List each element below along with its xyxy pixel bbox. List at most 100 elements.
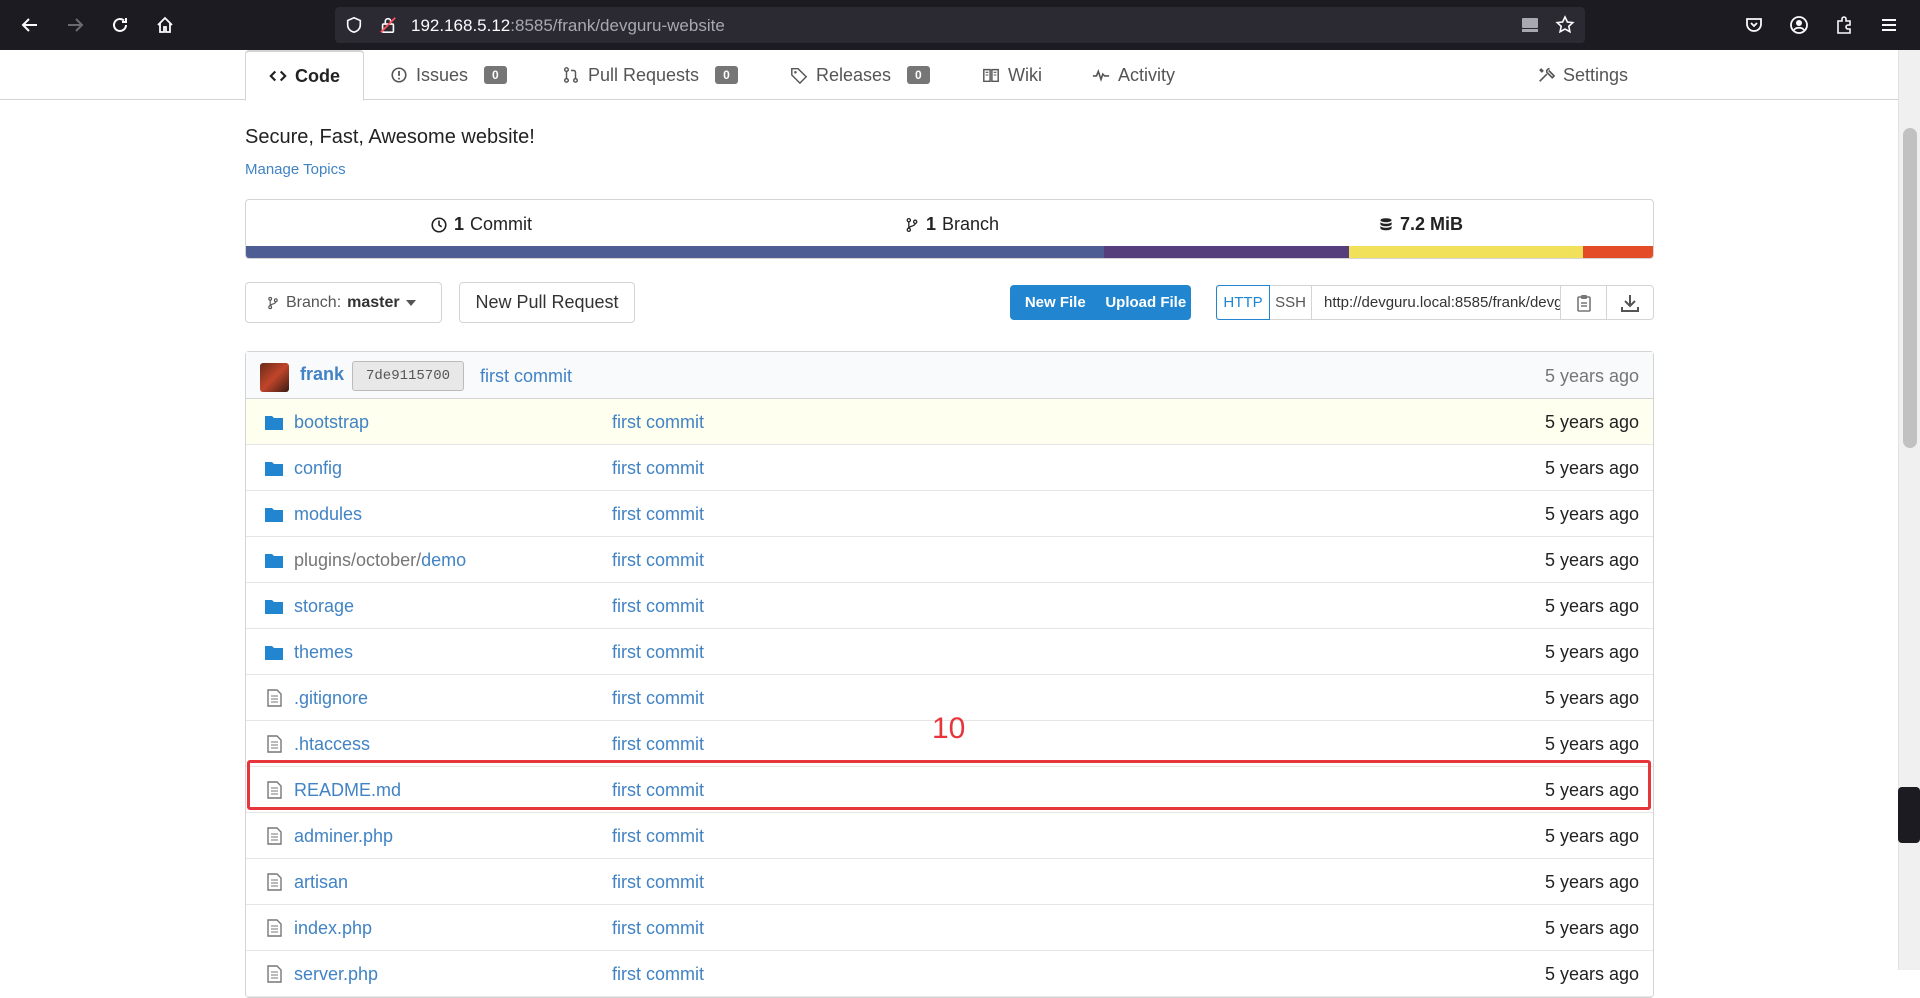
size-stat: 7.2 MiB — [1378, 214, 1463, 235]
tab-issues[interactable]: Issues 0 — [390, 50, 507, 100]
file-commit-message[interactable]: first commit — [612, 872, 704, 893]
file-commit-message[interactable]: first commit — [612, 642, 704, 663]
file-commit-message[interactable]: first commit — [612, 412, 704, 433]
hamburger-icon — [1882, 19, 1896, 31]
history-icon — [431, 216, 447, 233]
table-row: config first commit 5 years ago — [246, 445, 1653, 491]
file-name: bootstrap — [294, 412, 370, 432]
upload-file-button[interactable]: Upload File — [1101, 285, 1192, 320]
language-segment[interactable] — [1104, 246, 1350, 258]
file-commit-message[interactable]: first commit — [612, 780, 704, 801]
address-bar[interactable]: 192.168.5.12:8585/frank/devguru-website — [335, 7, 1585, 43]
file-commit-message[interactable]: first commit — [612, 596, 704, 617]
ssh-button[interactable]: SSH — [1270, 286, 1312, 319]
file-name-link[interactable]: plugins/october/demo — [294, 550, 466, 571]
file-actions: New File Upload File — [1010, 285, 1191, 320]
commit-message-link[interactable]: first commit — [480, 366, 572, 387]
caret-down-icon — [405, 299, 416, 306]
home-button[interactable] — [151, 11, 179, 39]
file-name: themes — [294, 642, 354, 662]
extensions-button[interactable] — [1830, 11, 1858, 39]
download-button[interactable] — [1607, 286, 1653, 319]
forward-button[interactable] — [61, 11, 89, 39]
back-button[interactable] — [16, 11, 44, 39]
file-name: modules — [294, 504, 363, 524]
pocket-button[interactable] — [1740, 11, 1768, 39]
reload-button[interactable] — [106, 11, 134, 39]
manage-topics-link[interactable]: Manage Topics — [245, 161, 346, 178]
branch-prefix: Branch: — [286, 293, 342, 311]
commits-stat[interactable]: 1 Commit — [430, 214, 532, 235]
file-commit-message[interactable]: first commit — [612, 734, 704, 755]
pull-requests-count-badge: 0 — [715, 66, 738, 84]
file-commit-time: 5 years ago — [1544, 688, 1639, 708]
code-icon — [269, 70, 287, 82]
clone-url-input[interactable]: http://devguru.local:8585/frank/devguru-… — [1312, 286, 1561, 319]
file-name-link[interactable]: index.php — [294, 918, 372, 939]
tab-settings[interactable]: Settings — [1537, 50, 1628, 100]
file-commit-message[interactable]: first commit — [612, 964, 704, 985]
tab-label: Releases — [816, 64, 892, 85]
shield-icon[interactable] — [345, 16, 363, 34]
file-name-link[interactable]: artisan — [294, 872, 348, 893]
copy-url-button[interactable] — [1561, 286, 1607, 319]
side-widget[interactable] — [1898, 787, 1920, 843]
menu-button[interactable] — [1875, 11, 1903, 39]
table-row: artisan first commit 5 years ago — [246, 859, 1653, 905]
file-name-link[interactable]: .gitignore — [294, 688, 368, 709]
scrollbar-thumb[interactable] — [1903, 128, 1917, 448]
file-name-link[interactable]: README.md — [294, 780, 401, 801]
file-commit-message[interactable]: first commit — [612, 550, 704, 571]
bookmark-star-icon[interactable] — [1555, 15, 1575, 35]
file-name-link[interactable]: server.php — [294, 964, 378, 985]
new-file-button[interactable]: New File — [1010, 285, 1101, 320]
file-name-link[interactable]: bootstrap — [294, 412, 369, 433]
file-name-link[interactable]: themes — [294, 642, 353, 663]
database-icon — [1380, 217, 1392, 230]
file-name: demo — [421, 550, 467, 570]
annotation-label: 10 — [932, 712, 966, 745]
file-name: server.php — [294, 964, 379, 984]
file-name-link[interactable]: modules — [294, 504, 362, 525]
language-segment[interactable] — [246, 246, 1105, 258]
table-row: adminer.php first commit 5 years ago — [246, 813, 1653, 859]
tab-releases[interactable]: Releases 0 — [790, 50, 930, 100]
tab-label: Pull Requests — [588, 64, 700, 85]
file-commit-message[interactable]: first commit — [612, 688, 704, 709]
commit-author-link[interactable]: frank — [300, 364, 344, 385]
language-segment[interactable] — [1582, 246, 1653, 258]
file-name-link[interactable]: storage — [294, 596, 354, 617]
tab-code[interactable]: Code — [245, 50, 364, 101]
file-commit-time: 5 years ago — [1544, 780, 1639, 800]
repo-size: 7.2 MiB — [1400, 214, 1464, 234]
issue-icon — [391, 67, 407, 83]
file-name-link[interactable]: adminer.php — [294, 826, 393, 847]
table-row: index.php first commit 5 years ago — [246, 905, 1653, 951]
file-name-link[interactable]: .htaccess — [294, 734, 370, 755]
tab-activity[interactable]: Activity — [1092, 50, 1175, 100]
file-commit-message[interactable]: first commit — [612, 458, 704, 479]
latest-commit-header: frank 7de9115700 first commit 5 years ag… — [246, 352, 1653, 399]
avatar[interactable] — [260, 363, 289, 392]
file-commit-time: 5 years ago — [1544, 734, 1639, 754]
folder-icon — [265, 600, 283, 614]
file-icon — [267, 735, 282, 753]
language-segment[interactable] — [1349, 246, 1583, 258]
reader-view-icon[interactable] — [1520, 16, 1540, 34]
file-name: adminer.php — [294, 826, 394, 846]
tab-wiki[interactable]: Wiki — [982, 50, 1042, 100]
commit-sha-button[interactable]: 7de9115700 — [352, 361, 465, 391]
http-button[interactable]: HTTP — [1216, 285, 1270, 320]
language-bar[interactable] — [246, 246, 1653, 258]
url-text[interactable]: 192.168.5.12:8585/frank/devguru-website — [411, 16, 725, 36]
file-commit-message[interactable]: first commit — [612, 504, 704, 525]
branch-dropdown[interactable]: Branch: master — [245, 282, 442, 323]
branches-stat[interactable]: 1 Branch — [904, 214, 999, 235]
file-commit-message[interactable]: first commit — [612, 826, 704, 847]
insecure-lock-icon[interactable] — [379, 16, 397, 34]
tab-pull-requests[interactable]: Pull Requests 0 — [562, 50, 738, 100]
file-commit-message[interactable]: first commit — [612, 918, 704, 939]
file-name-link[interactable]: config — [294, 458, 342, 479]
account-button[interactable] — [1785, 11, 1813, 39]
new-pull-request-button[interactable]: New Pull Request — [459, 282, 635, 323]
